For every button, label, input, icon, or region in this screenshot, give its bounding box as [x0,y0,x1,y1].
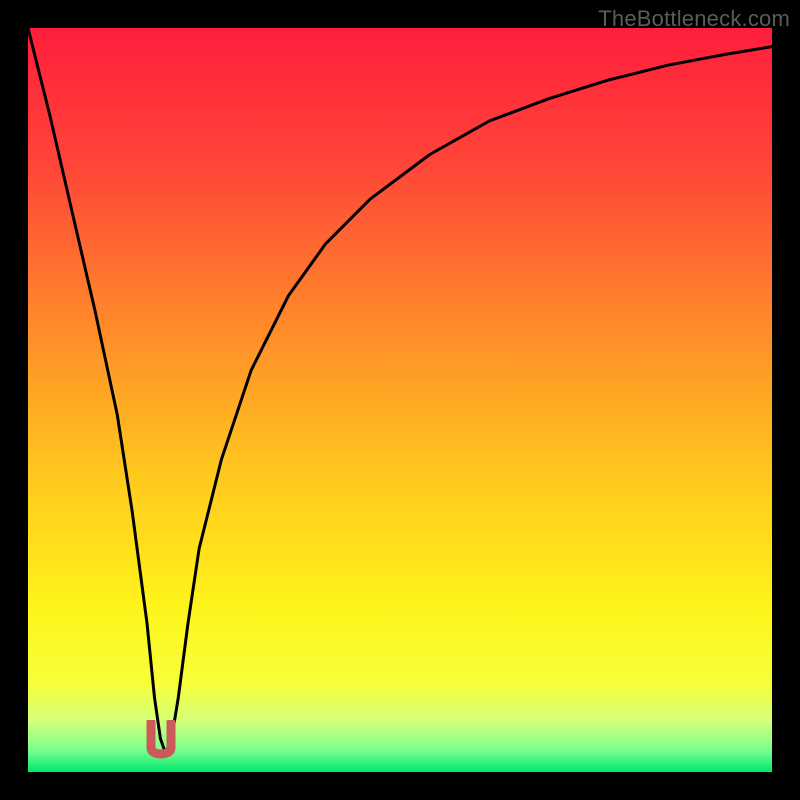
optimal-point-marker [146,720,176,760]
plot-area [28,28,772,772]
chart-frame: TheBottleneck.com [0,0,800,800]
u-shape-icon [146,720,176,760]
bottleneck-curve [28,28,772,772]
